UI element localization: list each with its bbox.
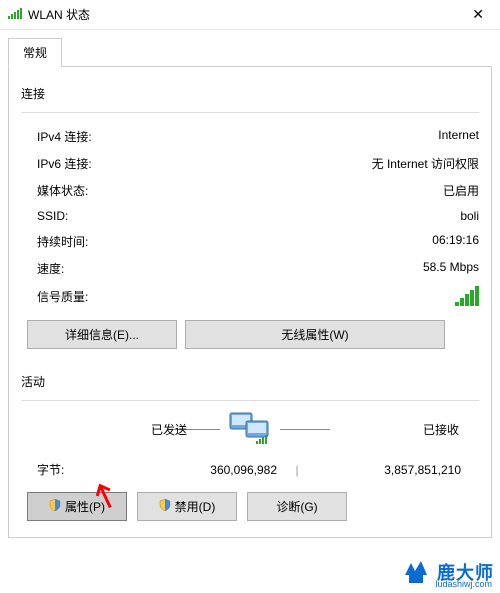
connection-heading: 连接 (21, 85, 479, 102)
divider (21, 400, 479, 401)
row-signal: 信号质量: (21, 282, 479, 316)
separator: | (277, 463, 317, 477)
ssid-label: SSID: (37, 209, 68, 223)
network-computers-icon (228, 411, 272, 447)
bytes-label: 字节: (37, 461, 137, 478)
shield-icon (159, 499, 171, 514)
row-ipv6: IPv6 连接: 无 Internet 访问权限 (37, 150, 479, 177)
duration-label: 持续时间: (37, 233, 88, 250)
ipv4-value: Internet (438, 128, 479, 145)
signal-label: 信号质量: (21, 288, 88, 305)
bytes-received-value: 3,857,851,210 (317, 463, 479, 477)
dialog-body: 常规 连接 IPv4 连接: Internet IPv6 连接: 无 Inter… (0, 30, 500, 546)
signal-bars-icon (455, 286, 479, 306)
row-ipv4: IPv4 连接: Internet (37, 123, 479, 150)
divider (21, 112, 479, 113)
bytes-sent-value: 360,096,982 (137, 463, 277, 477)
watermark-logo-icon (401, 557, 431, 587)
row-ssid: SSID: boli (37, 204, 479, 228)
sent-label: 已发送 (151, 421, 187, 438)
wifi-icon (8, 8, 22, 22)
wireless-properties-button[interactable]: 无线属性(W) (185, 320, 445, 349)
ipv4-label: IPv4 连接: (37, 128, 92, 145)
diagnose-button[interactable]: 诊断(G) (247, 492, 347, 521)
shield-icon (49, 499, 61, 514)
watermark: 鹿大师 ludashiwj.com (401, 557, 494, 587)
row-media: 媒体状态: 已启用 (37, 177, 479, 204)
watermark-url: ludashiwj.com (435, 579, 492, 589)
duration-value: 06:19:16 (432, 233, 479, 250)
window-title: WLAN 状态 (28, 6, 464, 23)
dash-icon (280, 429, 330, 430)
ipv6-label: IPv6 连接: (37, 155, 92, 172)
bytes-row: 字节: 360,096,982 | 3,857,851,210 (21, 461, 479, 478)
speed-label: 速度: (37, 260, 64, 277)
speed-value: 58.5 Mbps (423, 260, 479, 277)
tab-content: 连接 IPv4 连接: Internet IPv6 连接: 无 Internet… (8, 67, 492, 538)
media-label: 媒体状态: (37, 182, 88, 199)
details-button[interactable]: 详细信息(E)... (27, 320, 177, 349)
row-duration: 持续时间: 06:19:16 (37, 228, 479, 255)
titlebar: WLAN 状态 ✕ (0, 0, 500, 30)
tab-general[interactable]: 常规 (8, 38, 62, 67)
connection-buttons: 详细信息(E)... 无线属性(W) (21, 320, 479, 349)
action-buttons: 属性(P) 禁用(D) 诊断(G) (21, 492, 479, 521)
ssid-value: boli (460, 209, 479, 223)
activity-visual: 已发送 已接收 (21, 411, 479, 447)
disable-label: 禁用(D) (175, 498, 216, 515)
media-value: 已启用 (443, 182, 479, 199)
received-label: 已接收 (423, 421, 459, 438)
diagnose-label: 诊断(G) (276, 498, 317, 515)
disable-button[interactable]: 禁用(D) (137, 492, 237, 521)
ipv6-value: 无 Internet 访问权限 (372, 155, 479, 172)
row-speed: 速度: 58.5 Mbps (37, 255, 479, 282)
connection-rows: IPv4 连接: Internet IPv6 连接: 无 Internet 访问… (21, 123, 479, 282)
tabstrip: 常规 (8, 38, 492, 67)
activity-heading: 活动 (21, 373, 479, 390)
close-button[interactable]: ✕ (464, 6, 492, 23)
